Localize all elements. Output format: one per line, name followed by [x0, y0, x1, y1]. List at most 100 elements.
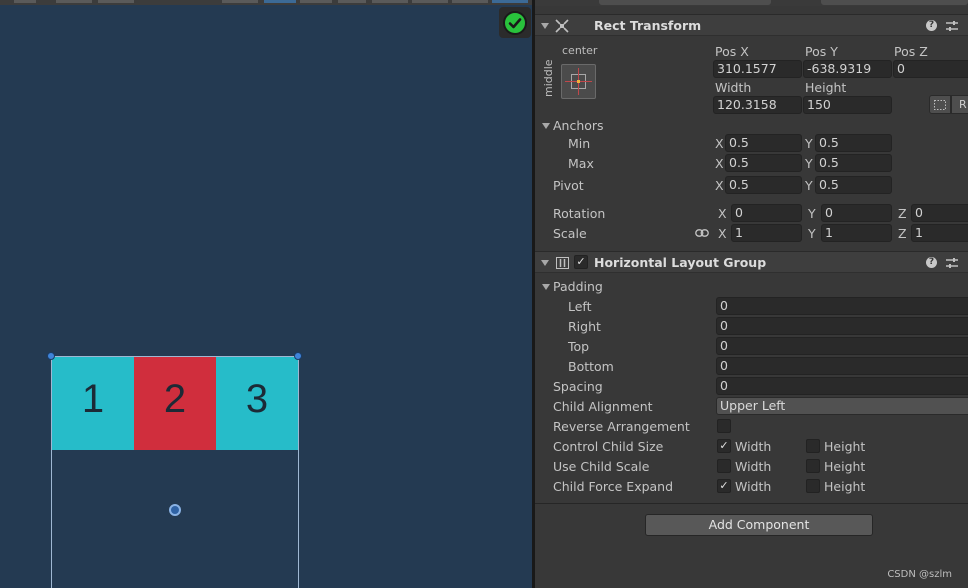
pivot-x-field[interactable]: 0.5 [725, 176, 802, 194]
help-icon[interactable]: ? [926, 20, 937, 31]
anchor-h-label: center [562, 44, 598, 57]
rotation-z-field[interactable]: 0 [911, 204, 968, 222]
horizontal-layout-icon [556, 257, 569, 269]
rotation-label: Rotation [553, 206, 606, 221]
rotation-y-field[interactable]: 0 [821, 204, 892, 222]
use-child-scale-label: Use Child Scale [553, 459, 650, 474]
pos-y-field[interactable]: -638.9319 [803, 60, 892, 78]
raw-edit-button[interactable]: R [951, 95, 968, 114]
anchor-min-x-field[interactable]: 0.5 [725, 134, 802, 152]
rect-corner-handle-tl[interactable] [47, 352, 55, 360]
horizontal-layout-group-header[interactable]: ✓ Horizontal Layout Group ? [535, 251, 968, 273]
scale-x-field[interactable]: 1 [731, 224, 802, 242]
force-expand-width-label: Width [735, 479, 772, 494]
width-label: Width [715, 80, 752, 95]
padding-foldout-icon[interactable] [542, 284, 550, 290]
scene-view[interactable]: 1 2 3 [0, 0, 532, 588]
control-size-height-label: Height [824, 439, 866, 454]
anchors-label[interactable]: Anchors [553, 118, 604, 133]
status-check-badge[interactable] [499, 7, 531, 38]
use-scale-width-label: Width [735, 459, 772, 474]
padding-bottom-field[interactable]: 0 [716, 357, 968, 375]
use-scale-height-label: Height [824, 459, 866, 474]
inspector-panel: Rect Transform ? center middle Pos X Pos… [535, 0, 968, 588]
control-size-width-checkbox[interactable]: ✓ [717, 439, 731, 453]
scale-z-axis-label: Z [898, 226, 907, 241]
height-field[interactable]: 150 [803, 96, 892, 114]
height-label: Height [805, 80, 847, 95]
padding-label[interactable]: Padding [553, 279, 603, 294]
use-scale-height-checkbox[interactable] [806, 459, 820, 473]
padding-left-label: Left [568, 299, 592, 314]
control-size-height-checkbox[interactable] [806, 439, 820, 453]
scene-cell-2[interactable]: 2 [134, 357, 216, 450]
spacing-field[interactable]: 0 [716, 377, 968, 395]
reverse-arrangement-checkbox[interactable] [717, 419, 731, 433]
max-label: Max [568, 156, 594, 171]
anchor-max-y-field[interactable]: 0.5 [815, 154, 892, 172]
pos-z-label: Pos Z [894, 44, 928, 59]
scene-cell-3[interactable]: 3 [216, 357, 298, 450]
anchor-min-y-field[interactable]: 0.5 [815, 134, 892, 152]
scene-cell-label: 3 [245, 377, 269, 421]
scene-cell-label: 2 [163, 377, 187, 421]
settings-sliders-icon[interactable] [946, 20, 958, 32]
rotation-z-axis-label: Z [898, 206, 907, 221]
pos-x-field[interactable]: 310.1577 [713, 60, 802, 78]
child-force-expand-label: Child Force Expand [553, 479, 674, 494]
padding-right-label: Right [568, 319, 601, 334]
checkmark-icon [503, 11, 527, 35]
scale-label: Scale [553, 226, 587, 241]
component-title: Horizontal Layout Group [594, 255, 767, 270]
min-y-axis-label: Y [805, 136, 813, 151]
child-alignment-label: Child Alignment [553, 399, 653, 414]
scale-y-field[interactable]: 1 [821, 224, 892, 242]
blueprint-mode-button[interactable] [929, 95, 951, 114]
scene-toolbar-strip [0, 0, 532, 5]
scene-cell-label: 1 [81, 377, 105, 421]
min-x-axis-label: X [715, 136, 724, 151]
rect-corner-handle-tr[interactable] [294, 352, 302, 360]
foldout-arrow-icon[interactable] [541, 23, 549, 29]
scale-x-axis-label: X [718, 226, 727, 241]
help-icon[interactable]: ? [926, 257, 937, 268]
padding-top-label: Top [568, 339, 590, 354]
anchor-max-x-field[interactable]: 0.5 [725, 154, 802, 172]
component-title: Rect Transform [594, 18, 702, 33]
scene-cell-1[interactable]: 1 [52, 357, 134, 450]
anchor-presets-button[interactable] [561, 64, 596, 99]
pos-y-label: Pos Y [805, 44, 838, 59]
pivot-y-field[interactable]: 0.5 [815, 176, 892, 194]
padding-right-field[interactable]: 0 [716, 317, 968, 335]
dotted-rect-icon [934, 100, 946, 110]
pivot-x-axis-label: X [715, 178, 724, 193]
padding-bottom-label: Bottom [568, 359, 614, 374]
watermark-text: CSDN @szlm [887, 569, 952, 580]
foldout-arrow-icon[interactable] [541, 260, 549, 266]
settings-sliders-icon[interactable] [946, 257, 958, 269]
force-expand-height-checkbox[interactable] [806, 479, 820, 493]
padding-top-field[interactable]: 0 [716, 337, 968, 355]
force-expand-width-checkbox[interactable]: ✓ [717, 479, 731, 493]
padding-left-field[interactable]: 0 [716, 297, 968, 315]
rotation-x-field[interactable]: 0 [731, 204, 802, 222]
rect-transform-header[interactable]: Rect Transform ? [535, 14, 968, 36]
pivot-handle[interactable] [169, 504, 181, 516]
child-alignment-dropdown[interactable]: Upper Left [716, 397, 968, 415]
control-child-size-label: Control Child Size [553, 439, 664, 454]
width-field[interactable]: 120.3158 [713, 96, 802, 114]
component-enabled-checkbox[interactable]: ✓ [574, 255, 588, 269]
anchor-preset-icon [565, 68, 592, 95]
control-size-width-label: Width [735, 439, 772, 454]
scale-z-field[interactable]: 1 [911, 224, 968, 242]
min-label: Min [568, 136, 591, 151]
raw-edit-label: R [959, 98, 967, 111]
section-separator [535, 503, 968, 504]
tag-layer-strip [535, 0, 968, 6]
pos-z-field[interactable]: 0 [893, 60, 968, 78]
add-component-button[interactable]: Add Component [645, 514, 873, 536]
spacing-label: Spacing [553, 379, 603, 394]
link-icon[interactable] [695, 229, 709, 237]
anchors-foldout-icon[interactable] [542, 123, 550, 129]
use-scale-width-checkbox[interactable] [717, 459, 731, 473]
